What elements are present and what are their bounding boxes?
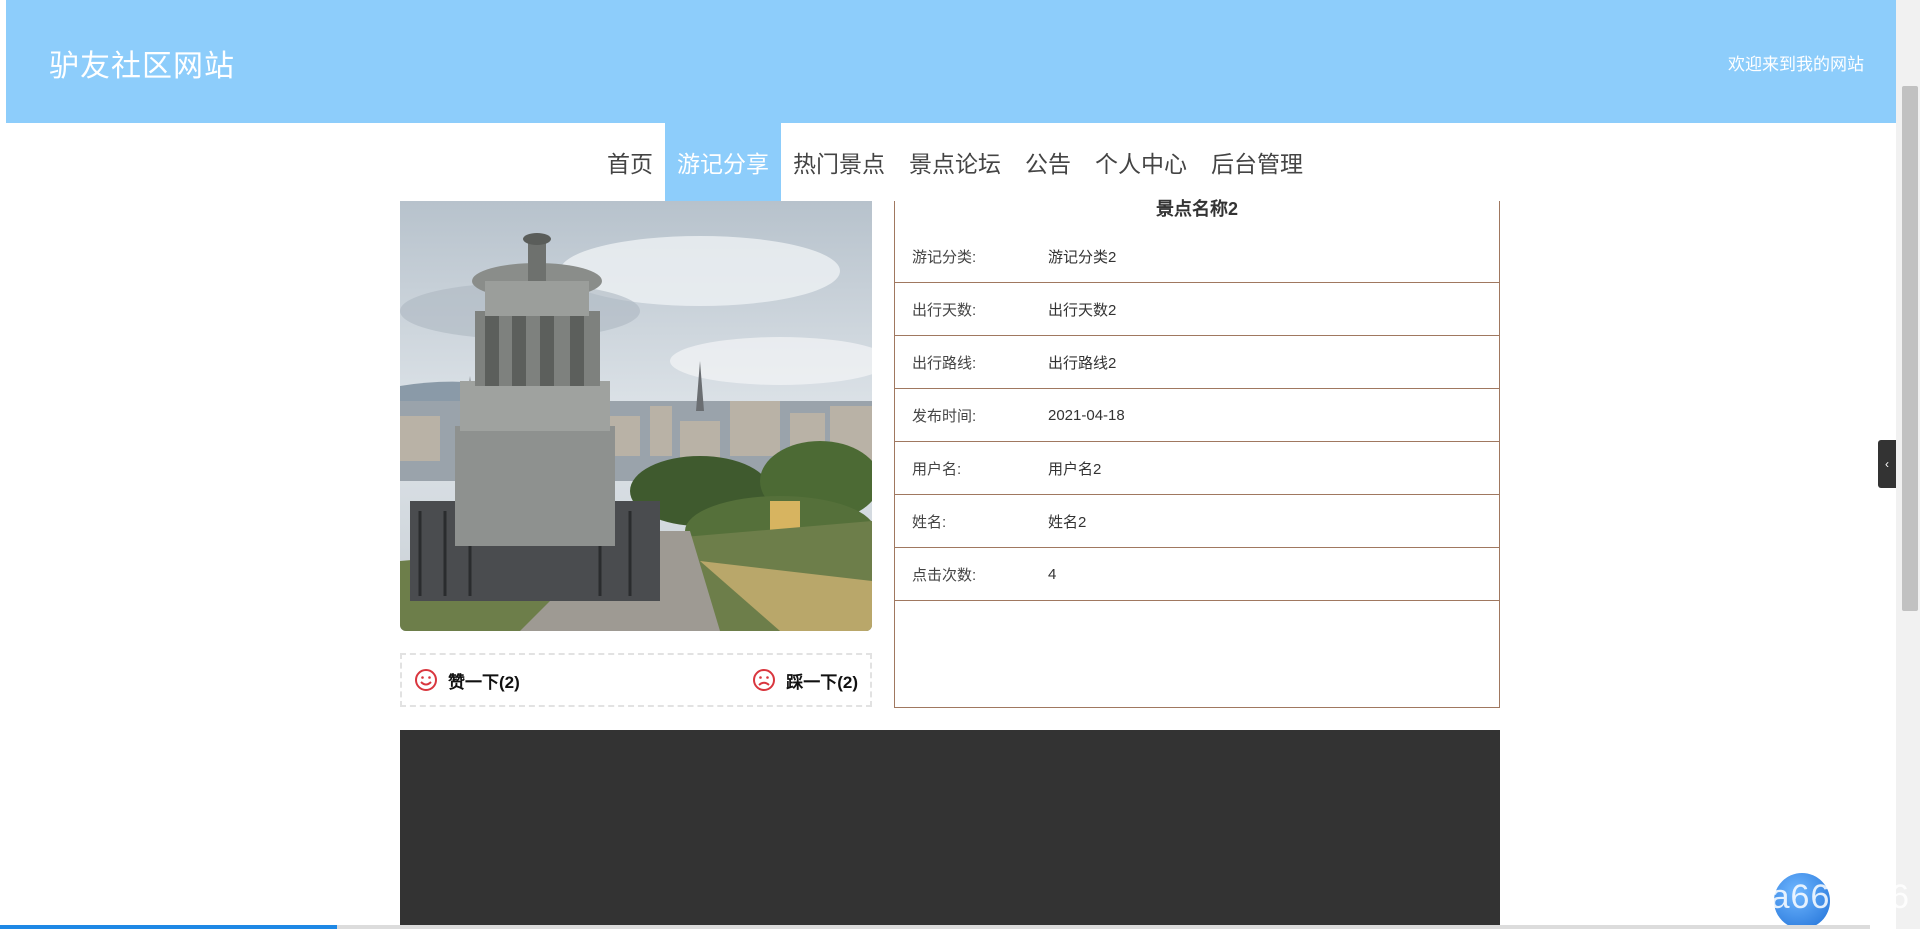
scrollbar-thumb[interactable]	[1902, 86, 1918, 611]
detail-value: 2021-04-18	[1048, 406, 1125, 424]
dislike-button[interactable]: 踩一下(2)	[752, 668, 858, 693]
left-edge	[0, 0, 6, 929]
detail-table: 景点名称2 游记分类: 游记分类2 出行天数: 出行天数2 出行路线: 出行路线…	[894, 199, 1500, 708]
detail-value: 出行路线2	[1048, 354, 1117, 372]
detail-row-route: 出行路线: 出行路线2	[895, 336, 1499, 389]
detail-row-category: 游记分类: 游记分类2	[895, 231, 1499, 283]
scenic-photo	[400, 201, 872, 631]
nav-item-personal-center[interactable]: 个人中心	[1083, 123, 1199, 201]
site-header: 驴友社区网站 欢迎来到我的网站	[6, 0, 1896, 123]
detail-key: 出行路线:	[912, 354, 977, 372]
chevron-left-icon: ‹	[1885, 457, 1889, 471]
detail-key: 发布时间:	[912, 407, 977, 425]
nav-item-home[interactable]: 首页	[595, 123, 665, 201]
detail-value: 游记分类2	[1048, 249, 1117, 266]
side-toggle-button[interactable]: ‹	[1878, 440, 1896, 488]
site-title[interactable]: 驴友社区网站	[49, 41, 235, 85]
detail-value: 姓名2	[1048, 513, 1087, 531]
like-label: 赞一下(2)	[448, 672, 520, 692]
content-dark-panel	[400, 730, 1500, 929]
detail-key: 游记分类:	[912, 249, 977, 266]
loading-progress-bar	[0, 925, 1870, 929]
detail-key: 点击次数:	[912, 566, 977, 584]
detail-key: 姓名:	[912, 513, 947, 531]
nav-item-travel-notes[interactable]: 游记分享	[665, 123, 781, 201]
frown-icon	[753, 669, 776, 691]
page: 驴友社区网站 欢迎来到我的网站 首页 游记分享 热门景点 景点论坛 公告 个人中…	[0, 0, 1920, 929]
nav-item-forum[interactable]: 景点论坛	[897, 123, 1013, 201]
detail-row-days: 出行天数: 出行天数2	[895, 283, 1499, 336]
watermark-text: CSDN @nodejava666666	[1498, 878, 1910, 916]
nav-item-notice[interactable]: 公告	[1013, 123, 1083, 201]
detail-value: 用户名2	[1048, 460, 1102, 478]
detail-value: 出行天数2	[1048, 301, 1117, 319]
detail-row-username: 用户名: 用户名2	[895, 442, 1499, 495]
nav-item-admin[interactable]: 后台管理	[1199, 123, 1315, 201]
dislike-label: 踩一下(2)	[786, 672, 858, 692]
scenic-photo-illustration	[400, 201, 872, 631]
detail-row-publish-time: 发布时间: 2021-04-18	[895, 389, 1499, 442]
detail-key: 出行天数:	[912, 301, 977, 319]
loading-progress-fill	[0, 925, 337, 929]
vote-bar: 赞一下(2) 踩一下(2)	[400, 653, 872, 707]
like-button[interactable]: 赞一下(2)	[414, 668, 520, 693]
detail-value: 4	[1048, 565, 1057, 583]
detail-row-name: 姓名: 姓名2	[895, 495, 1499, 548]
welcome-text: 欢迎来到我的网站	[1728, 55, 1864, 74]
nav-item-hot-spots[interactable]: 热门景点	[781, 123, 897, 201]
smile-icon	[415, 669, 437, 691]
detail-row-clicks: 点击次数: 4	[895, 548, 1499, 601]
detail-key: 用户名:	[912, 460, 962, 478]
page-scrollbar[interactable]	[1896, 0, 1920, 929]
detail-title: 景点名称2	[1155, 199, 1238, 219]
main-nav: 首页 游记分享 热门景点 景点论坛 公告 个人中心 后台管理	[595, 123, 1315, 201]
